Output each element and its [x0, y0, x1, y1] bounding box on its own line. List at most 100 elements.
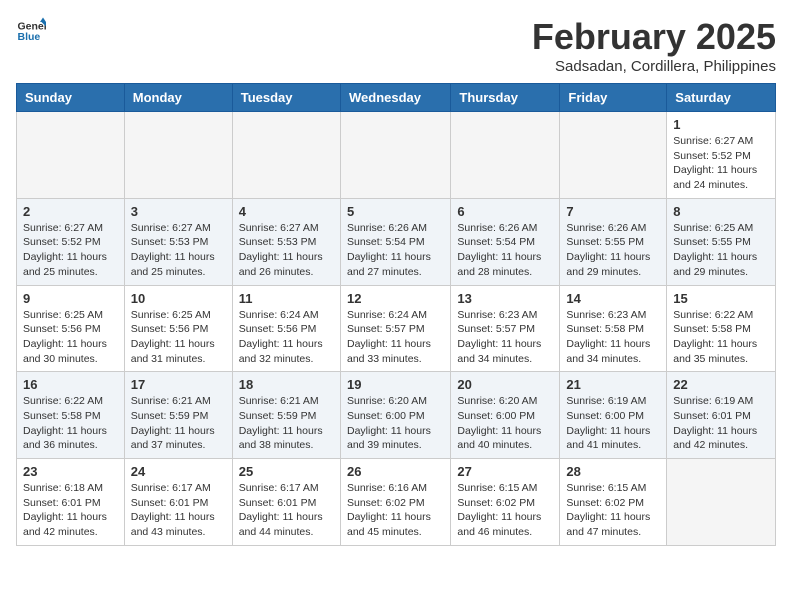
calendar-day-cell: 9Sunrise: 6:25 AM Sunset: 5:56 PM Daylig…: [17, 285, 125, 372]
day-info: Sunrise: 6:26 AM Sunset: 5:54 PM Dayligh…: [457, 221, 553, 280]
day-info: Sunrise: 6:24 AM Sunset: 5:57 PM Dayligh…: [347, 308, 444, 367]
day-number: 10: [131, 291, 226, 306]
day-info: Sunrise: 6:24 AM Sunset: 5:56 PM Dayligh…: [239, 308, 334, 367]
day-info: Sunrise: 6:20 AM Sunset: 6:00 PM Dayligh…: [347, 394, 444, 453]
calendar-day-cell: [17, 112, 125, 199]
svg-text:Blue: Blue: [18, 31, 41, 43]
title-block: February 2025 Sadsadan, Cordillera, Phil…: [532, 16, 776, 75]
weekday-header: Tuesday: [232, 84, 340, 112]
calendar-day-cell: 24Sunrise: 6:17 AM Sunset: 6:01 PM Dayli…: [124, 459, 232, 546]
day-number: 16: [23, 377, 118, 392]
day-info: Sunrise: 6:27 AM Sunset: 5:53 PM Dayligh…: [239, 221, 334, 280]
day-number: 15: [673, 291, 769, 306]
calendar-day-cell: [451, 112, 560, 199]
day-number: 22: [673, 377, 769, 392]
calendar-table: SundayMondayTuesdayWednesdayThursdayFrid…: [16, 83, 776, 546]
calendar-day-cell: 18 Sunrise: 6:21 AM Sunset: 5:59 PM Dayli…: [232, 372, 340, 459]
day-number: 13: [457, 291, 553, 306]
day-info: Sunrise: 6:25 AM Sunset: 5:56 PM Dayligh…: [131, 308, 226, 367]
day-number: 18: [239, 377, 334, 392]
day-info: Sunrise: 6:27 AM Sunset: 5:53 PM Dayligh…: [131, 221, 226, 280]
day-info: Sunrise: 6:15 AM Sunset: 6:02 PM Dayligh…: [457, 481, 553, 540]
calendar-day-cell: 4 Sunrise: 6:27 AM Sunset: 5:53 PM Daylig…: [232, 198, 340, 285]
calendar-day-cell: 21 Sunrise: 6:19 AM Sunset: 6:00 PM Dayli…: [560, 372, 667, 459]
calendar-day-cell: 17 Sunrise: 6:21 AM Sunset: 5:59 PM Dayli…: [124, 372, 232, 459]
calendar-day-cell: 2 Sunrise: 6:27 AM Sunset: 5:52 PM Daylig…: [17, 198, 125, 285]
weekday-header: Sunday: [17, 84, 125, 112]
day-number: 12: [347, 291, 444, 306]
calendar-week-row: 1Sunrise: 6:27 AM Sunset: 5:52 PM Daylig…: [17, 112, 776, 199]
day-info: Sunrise: 6:20 AM Sunset: 6:00 PM Dayligh…: [457, 394, 553, 453]
day-info: Sunrise: 6:23 AM Sunset: 5:58 PM Dayligh…: [566, 308, 660, 367]
calendar-day-cell: 5Sunrise: 6:26 AM Sunset: 5:54 PM Daylig…: [340, 198, 450, 285]
day-info: Sunrise: 6:25 AM Sunset: 5:55 PM Dayligh…: [673, 221, 769, 280]
day-number: 5: [347, 204, 444, 219]
day-info: Sunrise: 6:19 AM Sunset: 6:00 PM Dayligh…: [566, 394, 660, 453]
month-title: February 2025: [532, 16, 776, 58]
day-info: Sunrise: 6:27 AM Sunset: 5:52 PM Dayligh…: [23, 221, 118, 280]
calendar-day-cell: 27 Sunrise: 6:15 AM Sunset: 6:02 PM Dayli…: [451, 459, 560, 546]
day-info: Sunrise: 6:19 AM Sunset: 6:01 PM Dayligh…: [673, 394, 769, 453]
day-info: Sunrise: 6:23 AM Sunset: 5:57 PM Dayligh…: [457, 308, 553, 367]
calendar-day-cell: 14 Sunrise: 6:23 AM Sunset: 5:58 PM Dayli…: [560, 285, 667, 372]
weekday-header: Saturday: [667, 84, 776, 112]
calendar-day-cell: 10 Sunrise: 6:25 AM Sunset: 5:56 PM Dayli…: [124, 285, 232, 372]
calendar-day-cell: 22 Sunrise: 6:19 AM Sunset: 6:01 PM Dayli…: [667, 372, 776, 459]
calendar-day-cell: [560, 112, 667, 199]
calendar-day-cell: 15 Sunrise: 6:22 AM Sunset: 5:58 PM Dayli…: [667, 285, 776, 372]
calendar-day-cell: 13 Sunrise: 6:23 AM Sunset: 5:57 PM Dayli…: [451, 285, 560, 372]
weekday-header-row: SundayMondayTuesdayWednesdayThursdayFrid…: [17, 84, 776, 112]
day-info: Sunrise: 6:22 AM Sunset: 5:58 PM Dayligh…: [23, 394, 118, 453]
calendar-day-cell: 20 Sunrise: 6:20 AM Sunset: 6:00 PM Dayli…: [451, 372, 560, 459]
weekday-header: Thursday: [451, 84, 560, 112]
day-number: 23: [23, 464, 118, 479]
calendar-day-cell: 12 Sunrise: 6:24 AM Sunset: 5:57 PM Dayli…: [340, 285, 450, 372]
calendar-day-cell: [232, 112, 340, 199]
day-info: Sunrise: 6:27 AM Sunset: 5:52 PM Dayligh…: [673, 134, 769, 193]
calendar-day-cell: 6 Sunrise: 6:26 AM Sunset: 5:54 PM Daylig…: [451, 198, 560, 285]
calendar-day-cell: 26Sunrise: 6:16 AM Sunset: 6:02 PM Dayli…: [340, 459, 450, 546]
day-number: 21: [566, 377, 660, 392]
calendar-week-row: 23 Sunrise: 6:18 AM Sunset: 6:01 PM Dayli…: [17, 459, 776, 546]
day-info: Sunrise: 6:21 AM Sunset: 5:59 PM Dayligh…: [239, 394, 334, 453]
calendar-week-row: 9 Sunrise: 6:25 AM Sunset: 5:56 PM Daylig…: [17, 285, 776, 372]
logo: General Blue: [16, 16, 46, 46]
calendar-day-cell: 25 Sunrise: 6:17 AM Sunset: 6:01 PM Dayli…: [232, 459, 340, 546]
day-number: 26: [347, 464, 444, 479]
calendar-day-cell: 1Sunrise: 6:27 AM Sunset: 5:52 PM Daylig…: [667, 112, 776, 199]
day-info: Sunrise: 6:17 AM Sunset: 6:01 PM Dayligh…: [239, 481, 334, 540]
day-number: 17: [131, 377, 226, 392]
day-number: 11: [239, 291, 334, 306]
calendar-day-cell: [667, 459, 776, 546]
calendar-day-cell: 23 Sunrise: 6:18 AM Sunset: 6:01 PM Dayli…: [17, 459, 125, 546]
day-number: 7: [566, 204, 660, 219]
day-number: 20: [457, 377, 553, 392]
day-number: 25: [239, 464, 334, 479]
day-number: 19: [347, 377, 444, 392]
calendar-day-cell: 16 Sunrise: 6:22 AM Sunset: 5:58 PM Dayli…: [17, 372, 125, 459]
day-number: 28: [566, 464, 660, 479]
day-number: 14: [566, 291, 660, 306]
calendar-day-cell: 7 Sunrise: 6:26 AM Sunset: 5:55 PM Daylig…: [560, 198, 667, 285]
logo-icon: General Blue: [16, 16, 46, 46]
day-info: Sunrise: 6:22 AM Sunset: 5:58 PM Dayligh…: [673, 308, 769, 367]
day-info: Sunrise: 6:26 AM Sunset: 5:55 PM Dayligh…: [566, 221, 660, 280]
day-number: 27: [457, 464, 553, 479]
day-info: Sunrise: 6:15 AM Sunset: 6:02 PM Dayligh…: [566, 481, 660, 540]
calendar-day-cell: 3Sunrise: 6:27 AM Sunset: 5:53 PM Daylig…: [124, 198, 232, 285]
calendar-day-cell: 11 Sunrise: 6:24 AM Sunset: 5:56 PM Dayli…: [232, 285, 340, 372]
calendar-day-cell: 28 Sunrise: 6:15 AM Sunset: 6:02 PM Dayli…: [560, 459, 667, 546]
weekday-header: Wednesday: [340, 84, 450, 112]
day-number: 9: [23, 291, 118, 306]
calendar-day-cell: [124, 112, 232, 199]
day-info: Sunrise: 6:21 AM Sunset: 5:59 PM Dayligh…: [131, 394, 226, 453]
day-info: Sunrise: 6:18 AM Sunset: 6:01 PM Dayligh…: [23, 481, 118, 540]
calendar-day-cell: 19 Sunrise: 6:20 AM Sunset: 6:00 PM Dayli…: [340, 372, 450, 459]
day-number: 8: [673, 204, 769, 219]
day-number: 24: [131, 464, 226, 479]
day-number: 6: [457, 204, 553, 219]
page-header: General Blue February 2025 Sadsadan, Cor…: [16, 16, 776, 75]
calendar-day-cell: 8 Sunrise: 6:25 AM Sunset: 5:55 PM Daylig…: [667, 198, 776, 285]
day-number: 2: [23, 204, 118, 219]
day-number: 4: [239, 204, 334, 219]
